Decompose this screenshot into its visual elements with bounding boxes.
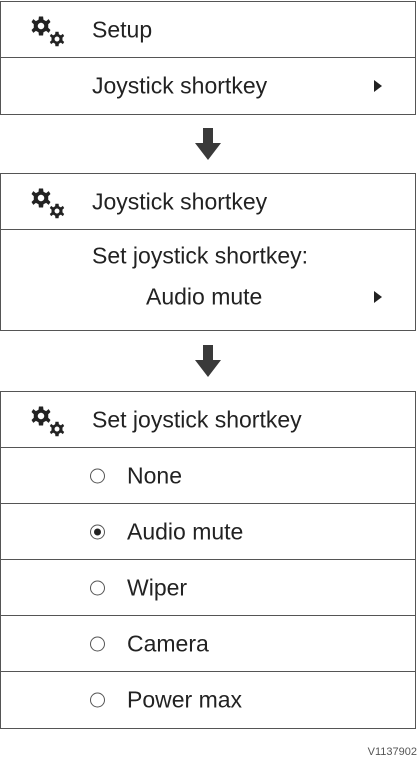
- triangle-right-icon: [374, 80, 382, 92]
- figure-code: V1137902: [367, 746, 417, 758]
- option-label: None: [127, 462, 182, 488]
- radio-button[interactable]: [90, 468, 105, 483]
- settings-gears-icon: [31, 406, 65, 437]
- menu-item-label: Joystick shortkey: [92, 72, 268, 99]
- option-power-max[interactable]: Power max: [1, 672, 415, 728]
- settings-gears-icon: [31, 16, 65, 47]
- header-row: Set joystick shortkey: [1, 392, 415, 448]
- set-joystick-shortkey-panel: Set joystick shortkey None Audio mute Wi…: [0, 391, 416, 729]
- arrow-down-icon: [195, 345, 221, 377]
- radio-button-selected[interactable]: [90, 524, 105, 539]
- settings-gears-icon: [31, 188, 65, 219]
- radio-button[interactable]: [90, 580, 105, 595]
- radio-button[interactable]: [90, 636, 105, 651]
- shortkey-setting-row[interactable]: Set joystick shortkey: Audio mute: [1, 230, 415, 330]
- option-camera[interactable]: Camera: [1, 616, 415, 672]
- menu-title: Setup: [92, 16, 153, 42]
- setting-prompt: Set joystick shortkey:: [92, 242, 309, 269]
- setup-menu-panel: Setup Joystick shortkey: [0, 1, 416, 115]
- arrow-down-icon: [195, 128, 221, 160]
- radio-button[interactable]: [90, 692, 105, 708]
- header-row: Setup: [1, 2, 415, 58]
- menu-title: Set joystick shortkey: [92, 406, 302, 432]
- setting-value: Audio mute: [146, 283, 263, 310]
- option-label: Camera: [127, 630, 209, 656]
- option-audio-mute[interactable]: Audio mute: [1, 504, 415, 560]
- joystick-shortkey-panel: Joystick shortkey Set joystick shortkey:…: [0, 173, 416, 331]
- option-label: Power max: [127, 686, 243, 713]
- triangle-right-icon: [374, 291, 382, 303]
- option-label: Audio mute: [127, 518, 244, 544]
- header-row: Joystick shortkey: [1, 174, 415, 230]
- option-none[interactable]: None: [1, 448, 415, 504]
- menu-title: Joystick shortkey: [92, 188, 268, 214]
- option-label: Wiper: [127, 574, 188, 600]
- menu-item-joystick-shortkey[interactable]: Joystick shortkey: [1, 58, 415, 114]
- option-wiper[interactable]: Wiper: [1, 560, 415, 616]
